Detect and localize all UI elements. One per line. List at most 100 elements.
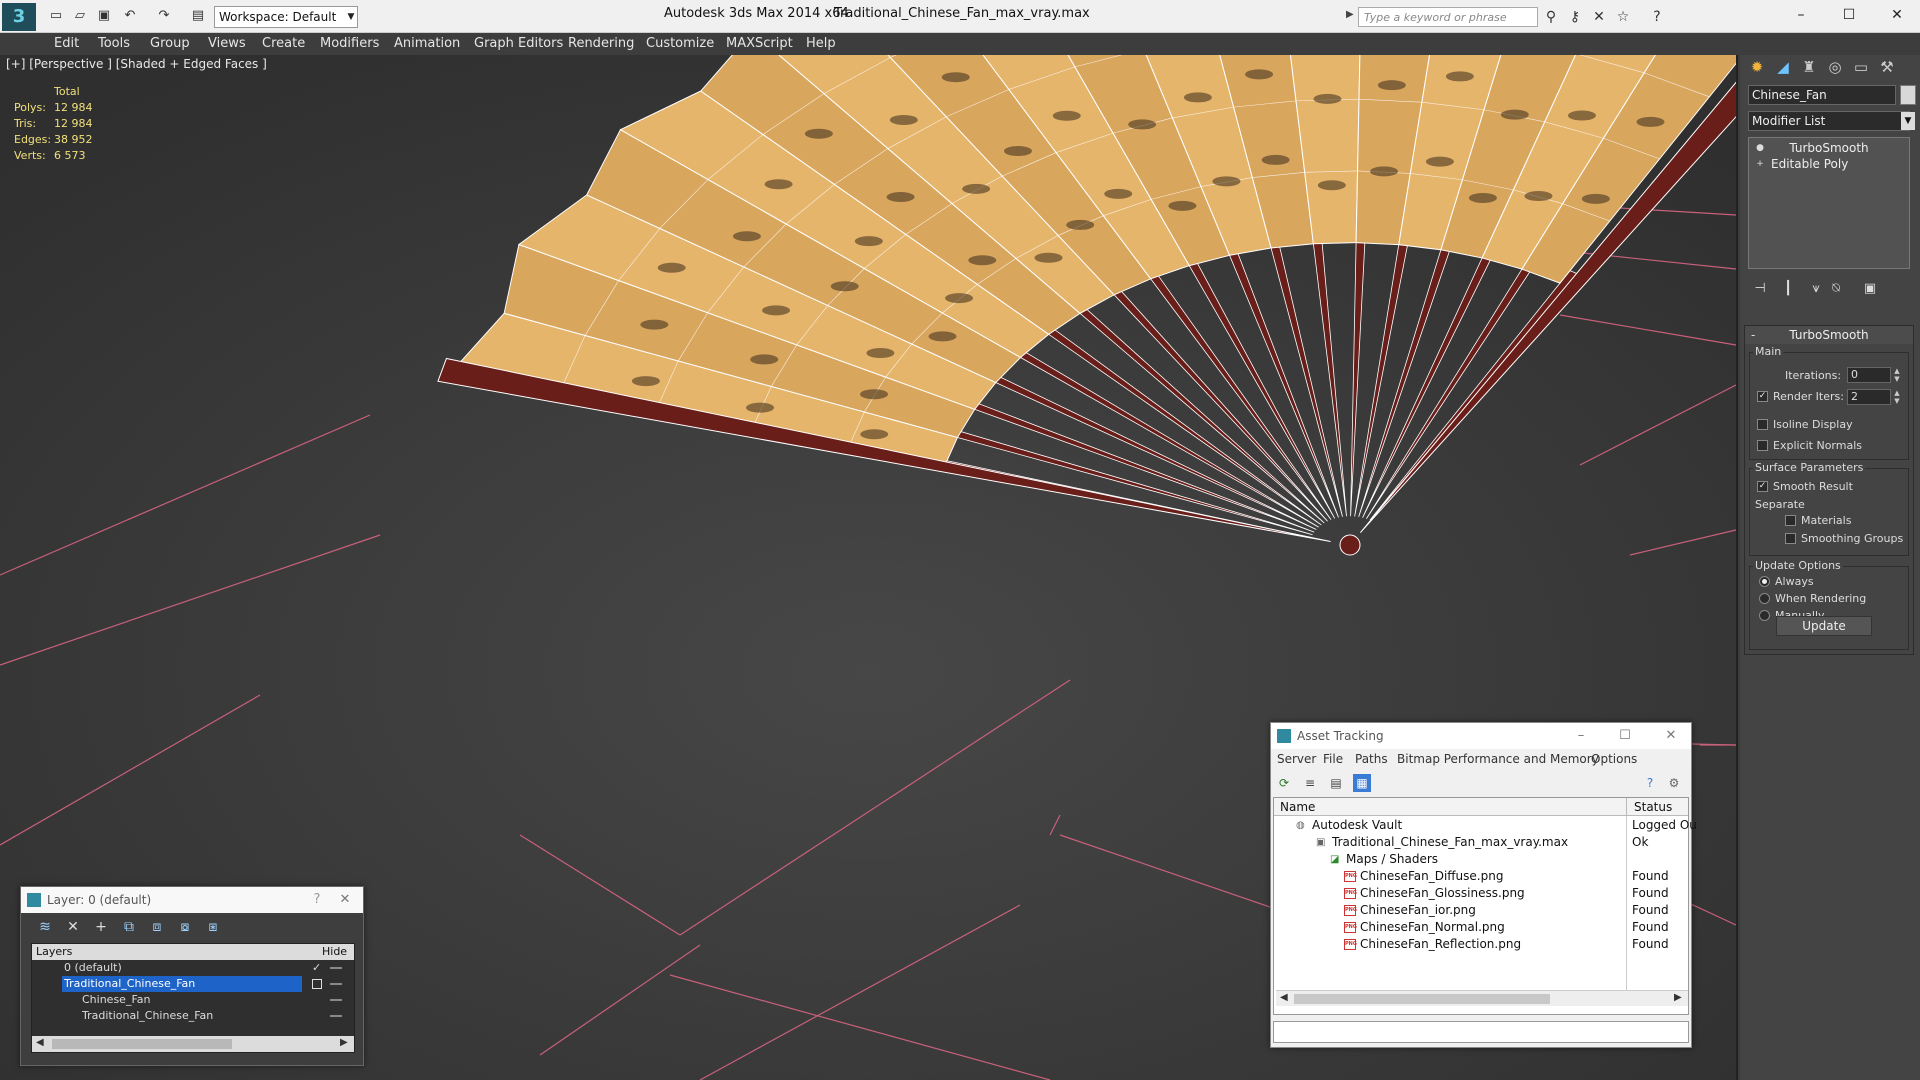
menu-create[interactable]: Create (262, 36, 305, 51)
utilities-tab-icon[interactable]: ⚒ (1874, 55, 1900, 79)
layer-manager-icon[interactable]: ≋ (35, 919, 55, 937)
viewport-label[interactable]: [+] [Perspective ] [Shaded + Edged Faces… (6, 57, 267, 71)
save-file-icon[interactable]: ▣ (96, 8, 112, 24)
layer-row[interactable]: Chinese_Fan (32, 992, 354, 1008)
stack-item-turbosmooth[interactable]: ● TurboSmooth (1749, 140, 1909, 156)
exchange-icon[interactable]: ✕ (1590, 8, 1608, 26)
manually-radio[interactable] (1759, 610, 1770, 621)
new-file-icon[interactable]: ▭ (48, 8, 64, 24)
workspace-dropdown[interactable]: Workspace: Default (214, 6, 358, 28)
layers-scrollbar[interactable]: ◀ ▶ (32, 1036, 354, 1052)
create-tab-icon[interactable]: ✹ (1744, 55, 1770, 79)
configure-sets-icon[interactable]: ▣ (1860, 281, 1880, 299)
key-icon[interactable]: ⚷ (1566, 8, 1584, 26)
menu-animation[interactable]: Animation (394, 36, 460, 51)
hide-toggle[interactable] (330, 999, 342, 1001)
scroll-right-icon[interactable]: ▶ (1674, 992, 1682, 1003)
menu-customize[interactable]: Customize (646, 36, 714, 51)
close-icon[interactable]: ✕ (335, 891, 355, 909)
add-layer-icon[interactable]: + (91, 919, 111, 937)
collapse-icon[interactable]: - (1751, 326, 1755, 344)
layer-row[interactable]: 0 (default) ✓ (32, 960, 354, 976)
object-color-swatch[interactable] (1900, 85, 1916, 105)
pin-stack-icon[interactable]: ⊣ (1750, 281, 1770, 299)
object-name-field[interactable]: Chinese_Fan (1748, 85, 1896, 105)
smoothing-groups-checkbox[interactable] (1785, 533, 1796, 544)
menu-graph-editors[interactable]: Graph Editors (474, 36, 563, 51)
asset-path-field[interactable] (1273, 1021, 1689, 1043)
hierarchy-tab-icon[interactable]: ♜ (1796, 55, 1822, 79)
col-hide[interactable]: Hide (322, 945, 347, 958)
menu-bitmap-performance[interactable]: Bitmap Performance and Memory (1397, 752, 1599, 766)
always-radio[interactable] (1759, 576, 1770, 587)
menu-modifiers[interactable]: Modifiers (320, 36, 379, 51)
expand-arrow-icon[interactable]: ▶ (1346, 9, 1354, 20)
binoculars-icon[interactable]: ⚲ (1542, 8, 1560, 26)
hide-toggle[interactable] (330, 967, 342, 969)
scroll-left-icon[interactable]: ◀ (1280, 992, 1288, 1003)
project-folder-icon[interactable]: ▤ (190, 8, 206, 24)
scroll-left-icon[interactable]: ◀ (36, 1037, 44, 1048)
minimize-button[interactable]: – (1571, 727, 1591, 745)
undo-icon[interactable]: ↶ (122, 8, 138, 24)
spinner-arrows-icon[interactable]: ▲ ▼ (1893, 389, 1901, 405)
display-tab-icon[interactable]: ▭ (1848, 55, 1874, 79)
menu-edit[interactable]: Edit (54, 36, 79, 51)
isoline-display-checkbox[interactable] (1757, 419, 1768, 430)
explicit-normals-checkbox[interactable] (1757, 440, 1768, 451)
detail-view-icon[interactable]: ▤ (1327, 774, 1345, 792)
modifier-list-dropdown[interactable]: Modifier List ▼ (1748, 111, 1915, 131)
context-help-icon[interactable]: ⚙ (1665, 774, 1683, 792)
star-icon[interactable]: ☆ (1614, 8, 1632, 26)
layer-row[interactable]: Traditional_Chinese_Fan (32, 1008, 354, 1024)
lightbulb-icon[interactable]: ● (1755, 143, 1765, 153)
layer-row[interactable]: Traditional_Chinese_Fan (32, 976, 354, 992)
col-name[interactable]: Name (1280, 800, 1315, 814)
menu-tools[interactable]: Tools (98, 36, 130, 51)
materials-checkbox[interactable] (1785, 515, 1796, 526)
app-logo-icon[interactable]: 3 (2, 3, 36, 31)
list-view-icon[interactable]: ≡ (1301, 774, 1319, 792)
delete-layer-icon[interactable]: ✕ (63, 919, 83, 937)
menu-help[interactable]: Help (806, 36, 836, 51)
open-file-icon[interactable]: ▱ (72, 8, 88, 24)
redo-icon[interactable]: ↷ (156, 8, 172, 24)
smooth-result-checkbox[interactable]: ✓ (1757, 481, 1768, 492)
when-rendering-radio[interactable] (1759, 593, 1770, 604)
modify-tab-icon[interactable]: ◢ (1770, 55, 1796, 79)
hide-toggle[interactable] (330, 1015, 342, 1017)
menu-views[interactable]: Views (208, 36, 246, 51)
hide-all-icon[interactable]: ⧆ (203, 919, 223, 937)
refresh-icon[interactable]: ⟳ (1275, 774, 1293, 792)
make-unique-icon[interactable]: ⩛ (1806, 281, 1826, 299)
expand-plus-icon[interactable]: + (1755, 159, 1765, 169)
column-divider[interactable] (1626, 798, 1627, 816)
menu-group[interactable]: Group (150, 36, 190, 51)
help-icon[interactable]: ? (1648, 8, 1666, 26)
col-layers[interactable]: Layers (36, 945, 72, 958)
render-iters-spinner[interactable]: 2 (1847, 389, 1891, 405)
iterations-spinner[interactable]: 0 (1847, 367, 1891, 383)
col-status[interactable]: Status (1634, 800, 1672, 814)
remove-modifier-icon[interactable]: ⍉ (1826, 281, 1846, 299)
scroll-thumb[interactable] (1294, 994, 1550, 1004)
select-layer-icon[interactable]: ⧈ (147, 919, 167, 937)
render-iters-checkbox[interactable]: ✓ (1757, 391, 1768, 402)
chevron-down-icon[interactable]: ▼ (344, 6, 358, 28)
menu-file[interactable]: File (1323, 752, 1343, 766)
help-icon[interactable]: ? (1641, 774, 1659, 792)
search-input[interactable]: Type a keyword or phrase (1358, 7, 1538, 27)
current-layer-icon[interactable] (312, 979, 322, 989)
scroll-thumb[interactable] (52, 1039, 232, 1049)
menu-server[interactable]: Server (1277, 752, 1316, 766)
menu-maxscript[interactable]: MAXScript (726, 36, 793, 51)
stack-item-editable-poly[interactable]: + Editable Poly (1749, 156, 1909, 172)
spinner-arrows-icon[interactable]: ▲ ▼ (1893, 367, 1901, 383)
hide-toggle[interactable] (330, 983, 342, 985)
close-button[interactable]: ✕ (1886, 5, 1908, 25)
motion-tab-icon[interactable]: ◎ (1822, 55, 1848, 79)
menu-options[interactable]: Options (1591, 752, 1637, 766)
highlight-layer-icon[interactable]: ⧇ (175, 919, 195, 937)
menu-paths[interactable]: Paths (1355, 752, 1388, 766)
select-objects-icon[interactable]: ⧉ (119, 919, 139, 937)
